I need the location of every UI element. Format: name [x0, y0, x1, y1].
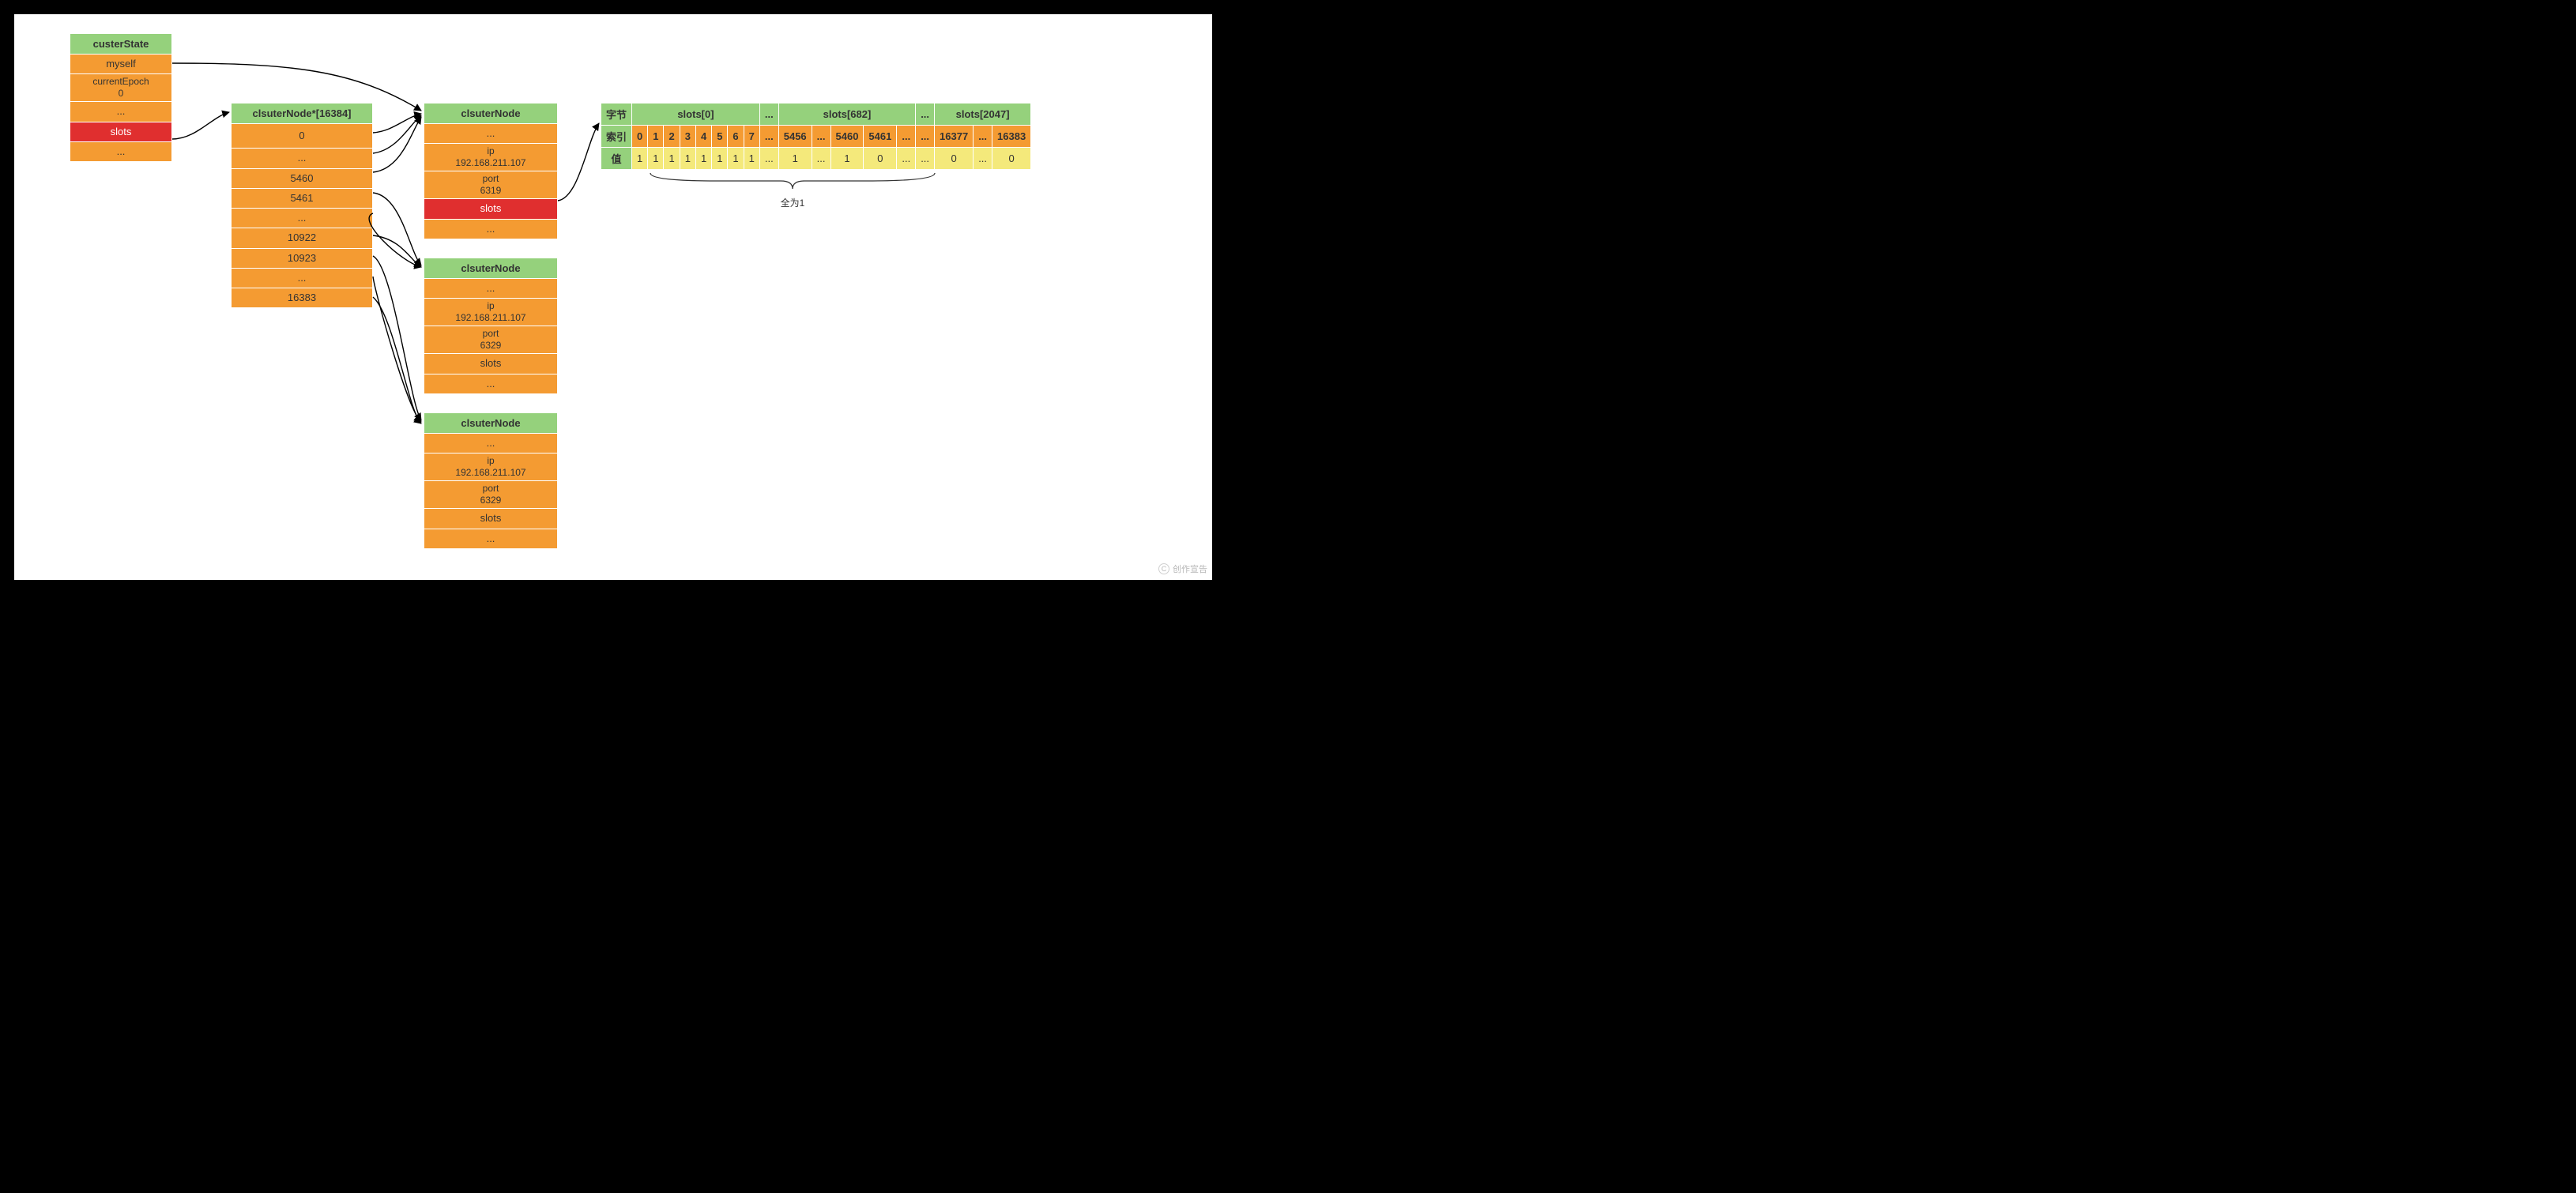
slot-array-row: 10923: [231, 249, 373, 269]
slot-array-row: ...: [231, 149, 373, 168]
cluster-node-header: clsuterNode: [424, 412, 558, 434]
cluster-state-row: myself: [70, 55, 172, 74]
slots-bit-table: 字节slots[0]...slots[682]...slots[2047]索引0…: [601, 103, 1031, 170]
bit-table-cell: 1: [648, 148, 664, 170]
watermark-logo-icon: C: [1158, 563, 1169, 574]
bit-table-cell: ...: [812, 148, 830, 170]
bit-table-cell: ...: [759, 126, 778, 148]
slot-array-row: 16383: [231, 288, 373, 308]
bit-table-cell: ...: [897, 148, 916, 170]
diagram-canvas: custerState myself currentEpoch 0 ... sl…: [14, 14, 1212, 580]
cluster-node-row: ...: [424, 279, 558, 299]
bit-table-cell: 0: [864, 148, 897, 170]
bit-table-cell: 1: [778, 148, 812, 170]
bit-table-cell: 1: [632, 148, 648, 170]
cluster-state-box: custerState myself currentEpoch 0 ... sl…: [70, 33, 172, 162]
bit-table-cell: 0: [992, 148, 1031, 170]
bit-table-cell: ...: [759, 103, 778, 126]
bit-table-cell: slots[0]: [632, 103, 760, 126]
brace-annotation: 全为1: [646, 169, 939, 209]
cluster-node-row: ip 192.168.211.107: [424, 144, 558, 171]
cluster-node-header: clsuterNode: [424, 258, 558, 279]
bit-table-cell: 4: [695, 126, 711, 148]
cluster-node-header: clsuterNode: [424, 103, 558, 124]
cluster-node-row: ...: [424, 434, 558, 453]
bit-table-cell: 1: [695, 148, 711, 170]
cluster-node-row: port 6319: [424, 171, 558, 199]
bit-table-cell: ...: [916, 148, 935, 170]
bit-table-cell: 5461: [864, 126, 897, 148]
bit-table-cell: 16377: [935, 126, 974, 148]
bit-table-cell: 索引: [601, 126, 632, 148]
bit-table-cell: slots[2047]: [935, 103, 1031, 126]
cluster-node-row: ip 192.168.211.107: [424, 453, 558, 481]
cluster-state-header: custerState: [70, 33, 172, 55]
slot-array-row: ...: [231, 269, 373, 288]
bit-table-cell: 0: [632, 126, 648, 148]
cluster-state-row: currentEpoch 0: [70, 74, 172, 102]
cluster-state-row: ...: [70, 102, 172, 122]
bit-table-cell: 5: [712, 126, 728, 148]
bit-table-cell: 1: [744, 148, 759, 170]
cluster-node-row: ip 192.168.211.107: [424, 299, 558, 326]
bit-table-cell: 值: [601, 148, 632, 170]
bit-table-cell: 2: [664, 126, 680, 148]
bit-table-cell: ...: [974, 126, 992, 148]
bit-table-cell: 3: [680, 126, 695, 148]
bit-table-cell: ...: [897, 126, 916, 148]
cluster-node-row: port 6329: [424, 481, 558, 509]
bit-table-cell: slots[682]: [778, 103, 915, 126]
bit-table-cell: 5460: [830, 126, 864, 148]
cluster-node-box: clsuterNode ... ip 192.168.211.107 port …: [424, 412, 558, 549]
bit-table-cell: 6: [728, 126, 744, 148]
cluster-node-row: ...: [424, 220, 558, 239]
slot-array-row: 10922: [231, 228, 373, 248]
bit-table-cell: 1: [728, 148, 744, 170]
bit-table-cell: ...: [812, 126, 830, 148]
cluster-node-row: slots: [424, 354, 558, 374]
cluster-state-slots-row: slots: [70, 122, 172, 142]
cluster-node-box: clsuterNode ... ip 192.168.211.107 port …: [424, 103, 558, 239]
bit-table-cell: 0: [935, 148, 974, 170]
bit-table-cell: 7: [744, 126, 759, 148]
cluster-node-row: ...: [424, 374, 558, 394]
watermark-text: 创作宣告: [1173, 563, 1207, 575]
bit-table-cell: 1: [664, 148, 680, 170]
cluster-node-slots-row: slots: [424, 199, 558, 219]
watermark: C 创作宣告: [1158, 563, 1207, 575]
cluster-node-row: slots: [424, 509, 558, 529]
brace-label: 全为1: [646, 196, 939, 209]
bit-table-cell: 字节: [601, 103, 632, 126]
slot-array-row: 0: [231, 124, 373, 149]
bit-table-cell: 1: [830, 148, 864, 170]
bit-table-cell: 5456: [778, 126, 812, 148]
slots-array-box: clsuterNode*[16384] 0 ... 5460 5461 ... …: [231, 103, 373, 308]
slot-array-row: ...: [231, 209, 373, 228]
bit-table-cell: ...: [916, 103, 935, 126]
slot-array-row: 5460: [231, 169, 373, 189]
bit-table-cell: ...: [759, 148, 778, 170]
bit-table-cell: 1: [712, 148, 728, 170]
arrows-layer: [14, 14, 1212, 580]
slots-array-header: clsuterNode*[16384]: [231, 103, 373, 124]
cluster-state-row: ...: [70, 142, 172, 162]
cluster-node-row: port 6329: [424, 326, 558, 354]
cluster-node-box: clsuterNode ... ip 192.168.211.107 port …: [424, 258, 558, 394]
bit-table-cell: ...: [974, 148, 992, 170]
cluster-node-row: ...: [424, 124, 558, 144]
bit-table-cell: 1: [680, 148, 695, 170]
cluster-node-row: ...: [424, 529, 558, 549]
slot-array-row: 5461: [231, 189, 373, 209]
bit-table-cell: 1: [648, 126, 664, 148]
bit-table-cell: 16383: [992, 126, 1031, 148]
bit-table-cell: ...: [916, 126, 935, 148]
